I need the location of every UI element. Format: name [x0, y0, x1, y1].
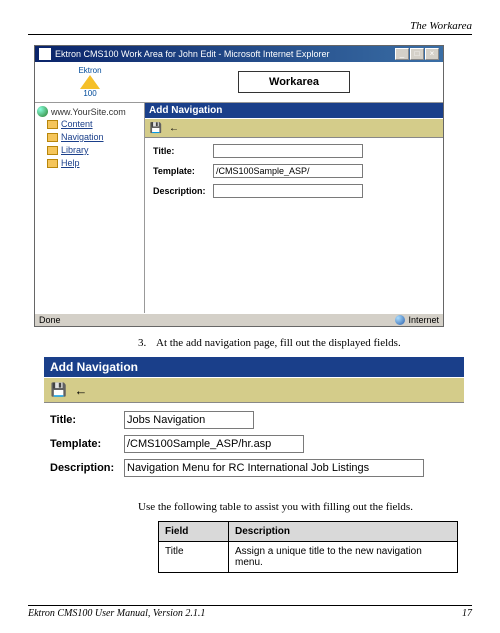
table-cell-field: Title — [159, 542, 229, 573]
template-input[interactable] — [124, 435, 304, 453]
folder-icon — [47, 133, 58, 142]
toolbar: 💾 ← — [44, 377, 464, 403]
header-row: Ektron 100 Workarea — [35, 62, 443, 103]
close-button[interactable]: × — [425, 48, 439, 60]
site-label: www.YourSite.com — [51, 107, 126, 117]
sidebar-item-label: Help — [61, 157, 80, 170]
main-panel: Add Navigation 💾 ← Title: Template: — [145, 103, 443, 313]
folder-icon — [47, 146, 58, 155]
ie-icon — [39, 48, 51, 60]
statusbar: Done Internet — [35, 313, 443, 326]
logo-brand: Ektron — [78, 66, 101, 75]
folder-icon — [47, 120, 58, 129]
form-area: Title: Template: Description: — [44, 403, 464, 491]
page-footer: Ektron CMS100 User Manual, Version 2.1.1… — [28, 605, 472, 619]
back-icon[interactable]: ← — [72, 381, 90, 399]
title-input[interactable] — [124, 411, 254, 429]
template-input[interactable] — [213, 164, 363, 178]
title-label: Title: — [50, 414, 124, 426]
panel-title: Add Navigation — [145, 103, 443, 118]
site-root[interactable]: www.YourSite.com — [37, 105, 142, 118]
title-input[interactable] — [213, 144, 363, 158]
sidebar-item-label: Content — [61, 118, 93, 131]
step-number: 3. — [138, 337, 156, 349]
logo-cell: Ektron 100 — [35, 62, 145, 102]
title-label: Title: — [153, 146, 213, 156]
globe-icon — [37, 106, 48, 117]
description-label: Description: — [50, 462, 124, 474]
table-header-description: Description — [229, 522, 458, 542]
workarea-title: Workarea — [238, 71, 350, 93]
description-input[interactable] — [124, 459, 424, 477]
window-title: Ektron CMS100 Work Area for John Edit - … — [55, 49, 329, 59]
logo-triangle-icon — [80, 75, 100, 89]
section-header: The Workarea — [28, 20, 472, 32]
description-label: Description: — [153, 186, 213, 196]
sidebar-item-content[interactable]: Content — [37, 118, 142, 131]
sidebar-item-library[interactable]: Library — [37, 144, 142, 157]
maximize-button[interactable]: □ — [410, 48, 424, 60]
minimize-button[interactable]: _ — [395, 48, 409, 60]
sidebar-item-help[interactable]: Help — [37, 157, 142, 170]
form-area: Title: Template: Description: — [145, 138, 443, 210]
sidebar-item-label: Library — [61, 144, 89, 157]
save-icon[interactable]: 💾 — [50, 381, 68, 399]
table-row: Title Assign a unique title to the new n… — [159, 542, 458, 573]
logo-product: 100 — [78, 89, 101, 98]
toolbar: 💾 ← — [145, 118, 443, 138]
titlebar: Ektron CMS100 Work Area for John Edit - … — [35, 46, 443, 62]
status-left: Done — [39, 315, 61, 325]
add-navigation-panel-large: Add Navigation 💾 ← Title: Template: Desc… — [44, 357, 464, 491]
template-label: Template: — [153, 166, 213, 176]
sidebar-item-label: Navigation — [61, 131, 104, 144]
save-icon[interactable]: 💾 — [149, 121, 163, 135]
footer-title: Ektron CMS100 User Manual, Version 2.1.1 — [28, 608, 205, 619]
folder-icon — [47, 159, 58, 168]
back-icon[interactable]: ← — [167, 121, 181, 135]
table-header-row: Field Description — [159, 522, 458, 542]
internet-zone-icon — [395, 315, 405, 325]
field-description-table: Field Description Title Assign a unique … — [158, 521, 458, 573]
panel-title: Add Navigation — [44, 357, 464, 377]
table-cell-description: Assign a unique title to the new navigat… — [229, 542, 458, 573]
sidebar: www.YourSite.com Content Navigation Libr… — [35, 103, 145, 313]
description-input[interactable] — [213, 184, 363, 198]
template-label: Template: — [50, 438, 124, 450]
status-right-label: Internet — [408, 315, 439, 325]
table-intro-text: Use the following table to assist you wi… — [28, 501, 472, 513]
step-text: At the add navigation page, fill out the… — [156, 337, 401, 349]
step-3: 3. At the add navigation page, fill out … — [28, 337, 472, 349]
page-number: 17 — [462, 608, 472, 619]
sidebar-item-navigation[interactable]: Navigation — [37, 131, 142, 144]
header-rule — [28, 34, 472, 35]
browser-window: Ektron CMS100 Work Area for John Edit - … — [34, 45, 444, 327]
table-header-field: Field — [159, 522, 229, 542]
